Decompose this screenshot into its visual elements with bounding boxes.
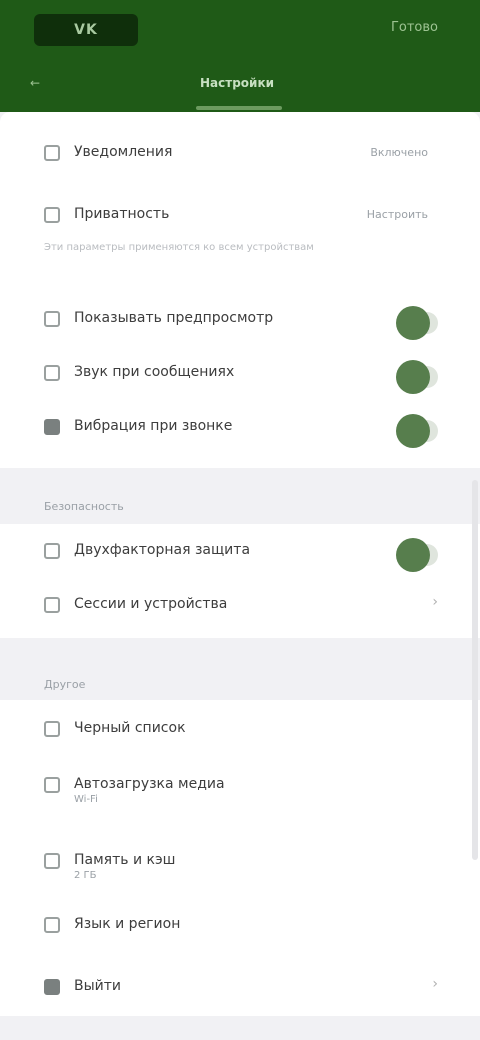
two-factor-toggle[interactable] [396,538,438,572]
logo-text: VK [74,22,98,38]
toggle-knob [396,306,430,340]
row-label: Язык и регион [74,916,181,932]
back-arrow-icon[interactable]: ← [30,76,40,90]
row-label: Автозагрузка медиа [74,776,225,792]
row-label: Сессии и устройства [74,596,228,612]
row-value: Настроить [366,208,428,221]
settings-row-sound[interactable]: Звук при сообщениях [44,358,436,388]
row-label: Приватность [74,206,170,222]
eye-icon [44,311,60,327]
settings-row-logout[interactable]: Выйти [44,972,436,1002]
general-settings-card: Уведомления Включено Приватность Настрои… [0,112,480,468]
bell-icon [44,145,60,161]
tab-active-indicator [196,106,282,110]
row-label: Вибрация при звонке [74,418,233,434]
settings-row-blacklist[interactable]: Черный список [44,714,436,744]
vibration-toggle[interactable] [396,414,438,448]
devices-icon [44,597,60,613]
row-label: Показывать предпросмотр [74,310,274,326]
row-subtitle: Wi-Fi [74,794,98,805]
settings-row-preview[interactable]: Показывать предпросмотр [44,304,436,334]
settings-row-language[interactable]: Язык и регион [44,910,436,940]
row-subtitle: 2 ГБ [74,870,97,881]
toggle-knob [396,414,430,448]
row-label: Память и кэш [74,852,176,868]
settings-row-sessions[interactable]: Сессии и устройства [44,590,436,620]
app-header: VK Готово ← Настройки [0,0,480,112]
toggle-knob [396,360,430,394]
storage-icon [44,853,60,869]
row-label: Черный список [74,720,186,736]
tab-bar: ← Настройки [0,66,480,112]
chevron-right-icon: › [432,594,438,610]
row-label: Выйти [74,978,122,994]
chevron-right-icon: › [432,976,438,992]
app-logo: VK [34,14,138,46]
other-settings-card: Черный список Автозагрузка медиа Wi-Fi П… [0,700,480,1016]
section-title-security: Безопасность [44,500,124,513]
logout-icon [44,979,60,995]
shield-icon [44,543,60,559]
vibration-icon [44,419,60,435]
settings-row-autoload[interactable]: Автозагрузка медиа Wi-Fi [44,770,436,814]
settings-hint: Эти параметры применяются ко всем устрой… [44,242,314,253]
sound-toggle[interactable] [396,360,438,394]
scrollbar[interactable] [472,480,478,860]
row-value: Включено [370,146,428,159]
row-label: Двухфакторная защита [74,542,251,558]
speaker-icon [44,365,60,381]
settings-row-privacy[interactable]: Приватность Настроить [44,200,436,230]
tab-settings[interactable]: Настройки [200,76,274,90]
settings-row-2fa[interactable]: Двухфакторная защита [44,536,436,566]
done-button[interactable]: Готово [391,20,438,35]
row-label: Звук при сообщениях [74,364,235,380]
preview-toggle[interactable] [396,306,438,340]
globe-icon [44,917,60,933]
settings-row-vibration[interactable]: Вибрация при звонке [44,412,436,442]
settings-row-notifications[interactable]: Уведомления Включено [44,138,436,168]
lock-icon [44,207,60,223]
section-title-other: Другое [44,678,86,691]
block-icon [44,721,60,737]
security-card: Двухфакторная защита Сессии и устройства… [0,524,480,638]
row-label: Уведомления [74,144,173,160]
download-icon [44,777,60,793]
toggle-knob [396,538,430,572]
settings-row-storage[interactable]: Память и кэш 2 ГБ [44,846,436,890]
